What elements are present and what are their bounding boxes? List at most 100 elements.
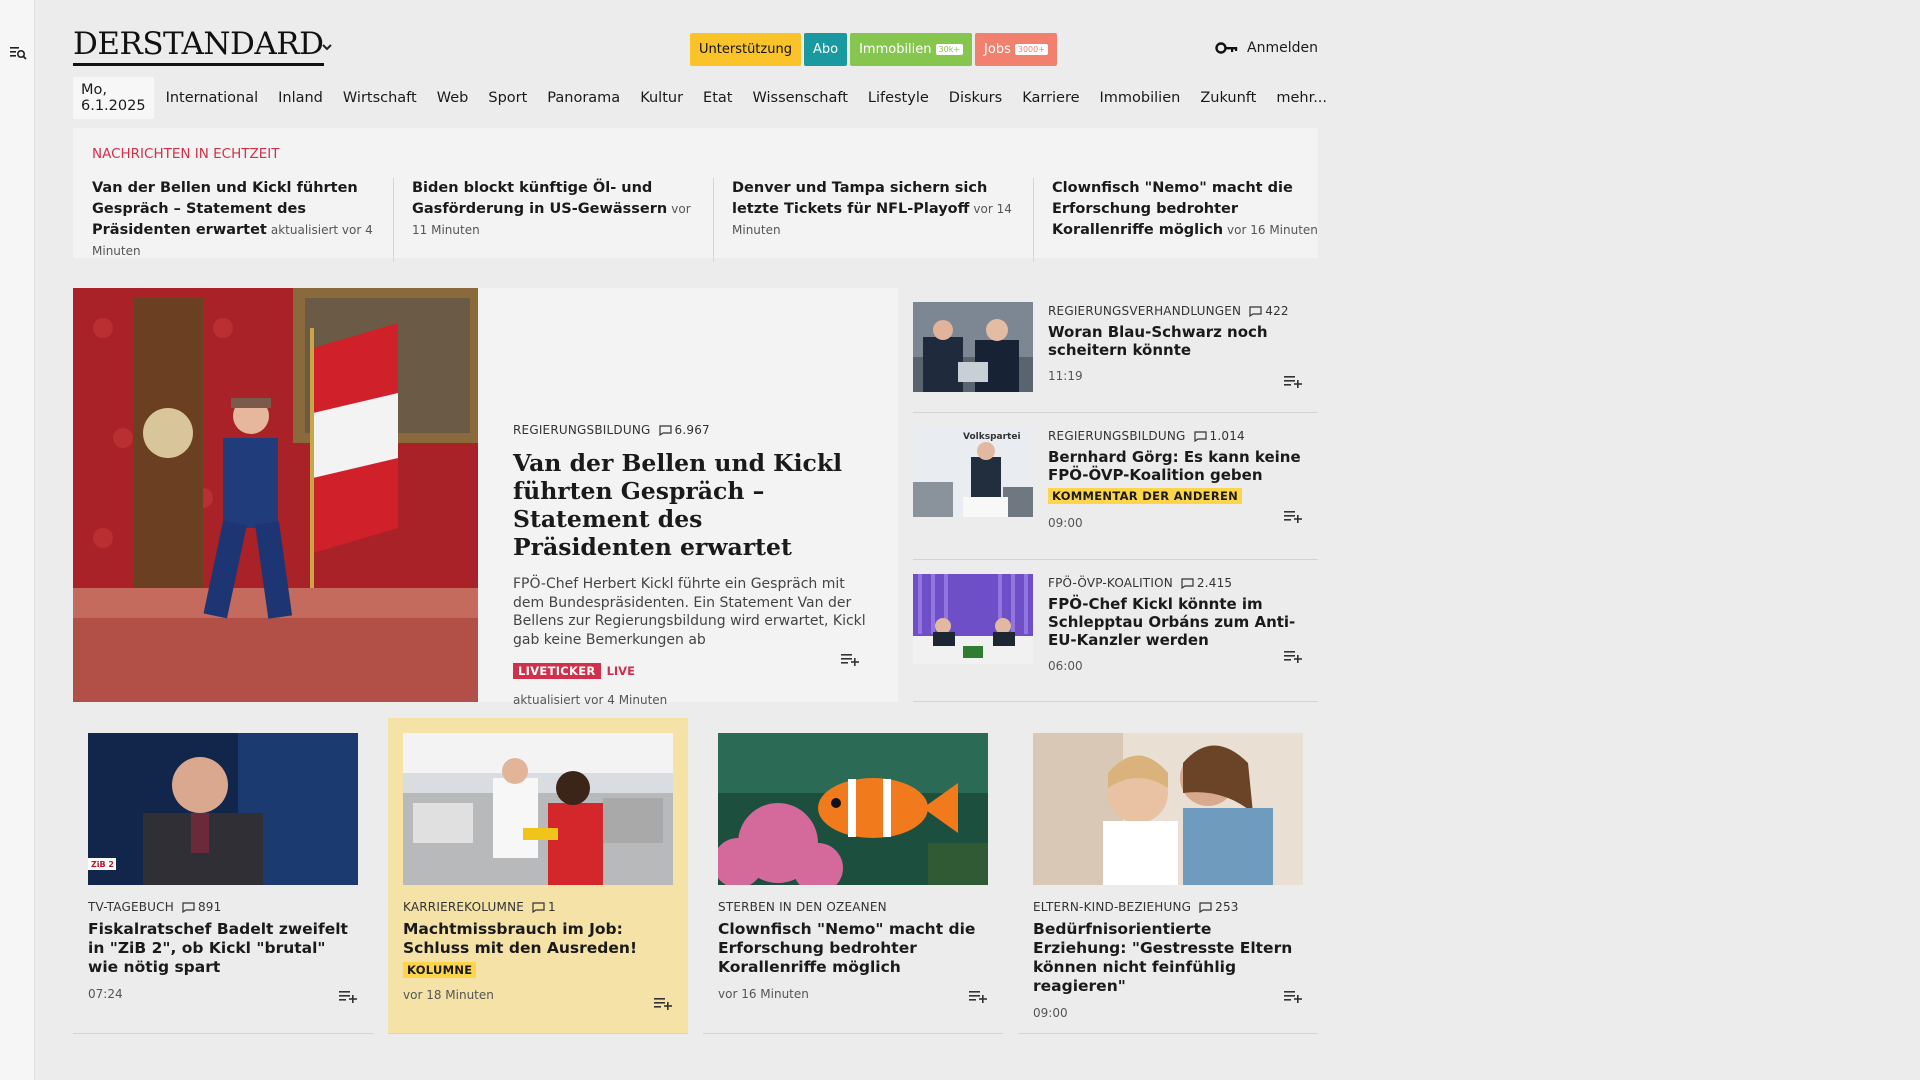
ticker-items: Van der Bellen und Kickl führten Ge­sprä… (92, 178, 1353, 262)
article-time: 09:00 (1033, 1006, 1068, 1020)
menu-search-icon[interactable] (9, 43, 27, 61)
site-logo[interactable]: DERSTANDARD (73, 28, 324, 66)
add-to-list-icon[interactable] (338, 988, 358, 1004)
nav-item-etat[interactable]: Etat (703, 90, 732, 106)
ticker-item[interactable]: Denver und Tampa sichern sich letzte Tic… (732, 178, 1034, 262)
comment-count[interactable]: 891 (182, 900, 222, 914)
comment-count-value: 6.967 (674, 423, 710, 437)
abo-button[interactable]: Abo (803, 33, 848, 66)
side-article-body: REGIERUNGSVERHANDLUNGEN 422 Woran Blau-S… (1048, 304, 1303, 383)
jobs-label: Jobs (984, 42, 1011, 57)
side-article-image[interactable]: Volkspartei (913, 427, 1033, 517)
nav-item-panorama[interactable]: Panorama (547, 90, 620, 106)
article-kicker[interactable]: STERBEN IN DEN OZEANEN (718, 900, 887, 914)
comment-icon (532, 901, 545, 913)
support-button[interactable]: Unterstützung (690, 33, 801, 66)
nav-item-kultur[interactable]: Kultur (640, 90, 683, 106)
add-to-list-icon[interactable] (968, 988, 988, 1004)
article-kicker[interactable]: REGIERUNGSBILDUNG (513, 423, 651, 437)
add-to-list-icon[interactable] (1283, 373, 1303, 389)
article-card[interactable]: KARRIEREKOLUMNE 1 Machtmissbrauch im Job… (388, 718, 688, 1034)
comment-count[interactable]: 1 (532, 900, 556, 914)
side-article[interactable]: FPÖ-ÖVP-KOALITION 2.415 FPÖ-Chef Kickl k… (913, 560, 1318, 702)
article-card-body: KARRIEREKOLUMNE 1 Machtmissbrauch im Job… (403, 900, 673, 1002)
current-date: Mo, 6.1.2025 (73, 77, 154, 119)
jobs-button[interactable]: Jobs 3000+ (975, 33, 1057, 66)
side-article-image[interactable] (913, 302, 1033, 392)
article-meta: STERBEN IN DEN OZEANEN (718, 900, 988, 914)
login-button[interactable]: Anmelden (1215, 40, 1318, 56)
nav-item-zukunft[interactable]: Zukunft (1200, 90, 1256, 106)
article-card-image[interactable] (403, 733, 673, 885)
ticker-item[interactable]: Biden blockt künftige Öl- und Gasför­der… (412, 178, 714, 262)
nav-item-inland[interactable]: Inland (278, 90, 323, 106)
article-time: 09:00 (1048, 516, 1083, 530)
nav-item-sport[interactable]: Sport (488, 90, 527, 106)
comment-count[interactable]: 1.014 (1193, 429, 1245, 443)
comment-count[interactable]: 6.967 (658, 423, 710, 437)
lead-article-teaser: FPÖ-Chef Herbert Kickl führte ein Gesprä… (513, 576, 866, 648)
article-card-title[interactable]: Clownfisch "Nemo" macht die Erforschung … (718, 920, 988, 977)
left-rail (0, 0, 35, 1080)
comment-count[interactable]: 253 (1199, 900, 1239, 914)
nav-item-diskurs[interactable]: Diskurs (949, 90, 1002, 106)
article-kicker[interactable]: KARRIEREKOLUMNE (403, 900, 524, 914)
add-to-list-icon[interactable] (1283, 508, 1303, 524)
nav-item-lifestyle[interactable]: Lifestyle (868, 90, 929, 106)
article-kicker[interactable]: REGIERUNGSVERHANDLUNGEN (1048, 304, 1241, 318)
add-to-list-icon[interactable] (1283, 648, 1303, 664)
nav-item-wirtschaft[interactable]: Wirtschaft (343, 90, 417, 106)
comment-count-value: 1 (548, 900, 556, 914)
side-article-title[interactable]: Bernhard Görg: Es kann keine FPÖ-ÖVP-Koa… (1048, 448, 1303, 484)
article-kicker[interactable]: REGIERUNGSBILDUNG (1048, 429, 1186, 443)
side-article-image[interactable] (913, 574, 1033, 664)
article-card[interactable]: ZiB 2 TV-TAGEBUCH 891 Fiskalratschef Bad… (73, 718, 373, 1034)
immobilien-button[interactable]: Immobilien 30k+ (850, 33, 973, 66)
comment-icon (658, 424, 672, 436)
article-time: 07:24 (88, 987, 123, 1001)
article-kicker[interactable]: ELTERN-KIND-BEZIEHUNG (1033, 900, 1191, 914)
comment-icon (182, 901, 195, 913)
ticker-item[interactable]: Clownfisch "Nemo" macht die Erfor­schung… (1052, 178, 1353, 262)
nav-item-immobilien[interactable]: Immobilien (1100, 90, 1181, 106)
side-article[interactable]: REGIERUNGSVERHANDLUNGEN 422 Woran Blau-S… (913, 288, 1318, 413)
nav-item-more[interactable]: mehr... (1276, 90, 1327, 106)
nav-item-web[interactable]: Web (437, 90, 469, 106)
article-card[interactable]: ELTERN-KIND-BEZIEHUNG 253 Bedürfnisorien… (1018, 718, 1318, 1034)
podium-text: Volkspartei (963, 432, 1021, 442)
article-kicker[interactable]: FPÖ-ÖVP-KOALITION (1048, 576, 1173, 590)
abo-label: Abo (812, 42, 839, 57)
lead-article-image[interactable] (73, 288, 478, 702)
article-card-title[interactable]: Fiskalratschef Badelt zweifelt in "ZiB 2… (88, 920, 358, 977)
side-article-title[interactable]: FPÖ-Chef Kickl könnte im Schlepptau Orbá… (1048, 595, 1303, 649)
article-card-title[interactable]: Machtmissbrauch im Job: Schluss mit den … (403, 920, 673, 958)
article-meta: TV-TAGEBUCH 891 (88, 900, 358, 914)
side-article[interactable]: Volkspartei REGIERUNGSBILDUNG 1.014 Bern… (913, 413, 1318, 560)
article-card-image[interactable] (718, 733, 988, 885)
article-meta: REGIERUNGSBILDUNG 1.014 (1048, 429, 1303, 443)
article-card[interactable]: STERBEN IN DEN OZEANEN Clownfisch "Nemo"… (703, 718, 1003, 1034)
comment-count-value: 891 (197, 900, 222, 914)
add-to-list-icon[interactable] (653, 995, 673, 1011)
side-article-title[interactable]: Woran Blau-Schwarz noch scheitern könnte (1048, 323, 1303, 359)
nav-item-wissenschaft[interactable]: Wissenschaft (752, 90, 847, 106)
nav-item-international[interactable]: International (166, 90, 259, 106)
article-card-title[interactable]: Bedürfnisorientierte Erziehung: "Gestres… (1033, 920, 1303, 996)
chevron-down-icon[interactable] (320, 40, 334, 54)
article-kicker[interactable]: TV-TAGEBUCH (88, 900, 174, 914)
article-card-image[interactable]: ZiB 2 (88, 733, 358, 885)
side-article-body: FPÖ-ÖVP-KOALITION 2.415 FPÖ-Chef Kickl k… (1048, 576, 1303, 673)
live-news-ticker: NACHRICHTEN IN ECHTZEIT Van der Bellen u… (73, 128, 1318, 262)
add-to-list-icon[interactable] (840, 651, 860, 667)
lead-article-title[interactable]: Van der Bellen und Kickl führten Gespräc… (513, 449, 868, 561)
comment-count[interactable]: 422 (1249, 304, 1289, 318)
ticker-headline: Biden blockt künftige Öl- und Gasför­der… (412, 180, 668, 217)
add-to-list-icon[interactable] (1283, 988, 1303, 1004)
lead-article[interactable]: REGIERUNGSBILDUNG 6.967 Van der Bellen u… (73, 288, 898, 707)
comment-count[interactable]: 2.415 (1181, 576, 1232, 590)
ticker-item[interactable]: Van der Bellen und Kickl führten Ge­sprä… (92, 178, 394, 262)
article-tags: LIVETICKER LIVE (513, 663, 868, 679)
article-card-image[interactable] (1033, 733, 1303, 885)
article-cards: ZiB 2 TV-TAGEBUCH 891 Fiskalratschef Bad… (73, 718, 1318, 1034)
nav-item-karriere[interactable]: Karriere (1022, 90, 1079, 106)
